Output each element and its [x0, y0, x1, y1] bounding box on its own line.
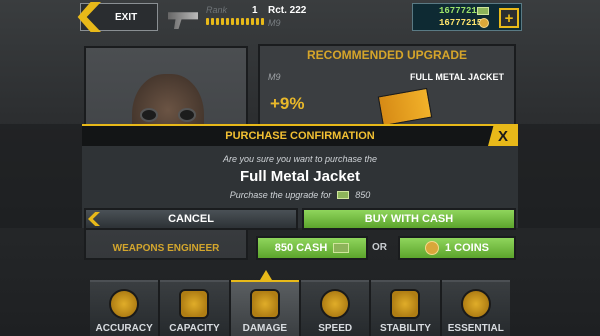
- cash-icon: [333, 243, 350, 253]
- coins-option-label: 1 COINS: [444, 242, 489, 254]
- wallet: 16777215 16777215 +: [412, 3, 522, 31]
- tab-stability[interactable]: STABILITY: [371, 280, 440, 336]
- ammo-box-icon: [377, 87, 433, 127]
- dialog-title: PURCHASE CONFIRMATION: [82, 126, 518, 146]
- cash-icon: [477, 7, 489, 15]
- crosshair-icon: [109, 289, 140, 319]
- tab-label: ESSENTIAL: [447, 323, 504, 334]
- price-prefix: Purchase the upgrade for: [229, 190, 332, 200]
- back-chevron-icon: [88, 212, 100, 226]
- tab-speed[interactable]: SPEED: [300, 280, 370, 336]
- tab-label: STABILITY: [380, 323, 431, 334]
- grip-icon: [390, 289, 421, 319]
- spring-icon: [179, 289, 210, 319]
- tab-damage[interactable]: DAMAGE: [230, 280, 299, 336]
- exclamation-icon: [460, 289, 491, 319]
- or-label: OR: [372, 242, 387, 253]
- ammo-counter: [206, 18, 264, 25]
- cash-amount: 16777215: [439, 6, 483, 16]
- dialog-question: Are you sure you want to purchase the: [222, 154, 378, 164]
- tab-accuracy[interactable]: ACCURACY: [90, 280, 159, 336]
- price-value: 850: [355, 190, 371, 200]
- cash-icon: [337, 191, 350, 199]
- goggle-icon: [178, 108, 196, 122]
- cash-option-label: 850 CASH: [274, 242, 328, 254]
- buy-cash-option[interactable]: 850 CASH: [256, 236, 368, 260]
- equipped-gun: M9: [268, 18, 281, 28]
- close-icon: X: [497, 127, 508, 145]
- buy-coins-option[interactable]: 1 COINS: [398, 236, 516, 260]
- add-currency-button[interactable]: +: [499, 8, 519, 28]
- rct-value: Rct. 222: [268, 5, 307, 16]
- bullet-icon: [249, 289, 280, 319]
- coin-icon: [479, 18, 489, 28]
- price-line: Purchase the upgrade for 850: [82, 190, 518, 200]
- upgrade-category-tabs: ACCURACY CAPACITY DAMAGE SPEED STABILITY…: [90, 280, 510, 336]
- tab-capacity[interactable]: CAPACITY: [160, 280, 229, 336]
- fast-forward-icon: [320, 289, 351, 319]
- recommended-upgrade-name: FULL METAL JACKET: [410, 72, 504, 82]
- exit-label: EXIT: [115, 11, 138, 23]
- recommended-title: RECOMMENDED UPGRADE: [306, 48, 467, 62]
- rank-value: 1: [252, 5, 258, 16]
- recommended-gun: M9: [268, 72, 281, 82]
- buy-with-cash-button[interactable]: BUY WITH CASH: [302, 208, 516, 230]
- gun-icon: [168, 12, 198, 29]
- tab-label: CAPACITY: [169, 323, 220, 334]
- engineer-caption: WEAPONS ENGINEER: [112, 243, 220, 254]
- tab-label: ACCURACY: [95, 323, 153, 334]
- rank-label: Rank: [206, 5, 228, 15]
- tab-label: DAMAGE: [242, 323, 288, 334]
- upgrade-bonus: +9%: [270, 94, 305, 113]
- player-status: Rank 1 Rct. 222 M9: [168, 3, 346, 31]
- tab-essential[interactable]: ESSENTIAL: [441, 280, 510, 336]
- tab-label: SPEED: [318, 323, 353, 334]
- coin-amount: 16777215: [439, 18, 483, 28]
- goggle-icon: [140, 108, 158, 122]
- item-name: Full Metal Jacket: [239, 168, 361, 185]
- exit-button[interactable]: EXIT: [77, 2, 158, 32]
- cancel-label: CANCEL: [168, 213, 214, 225]
- coin-icon: [424, 241, 439, 255]
- buy-label: BUY WITH CASH: [364, 213, 454, 225]
- cancel-button[interactable]: CANCEL: [84, 208, 298, 230]
